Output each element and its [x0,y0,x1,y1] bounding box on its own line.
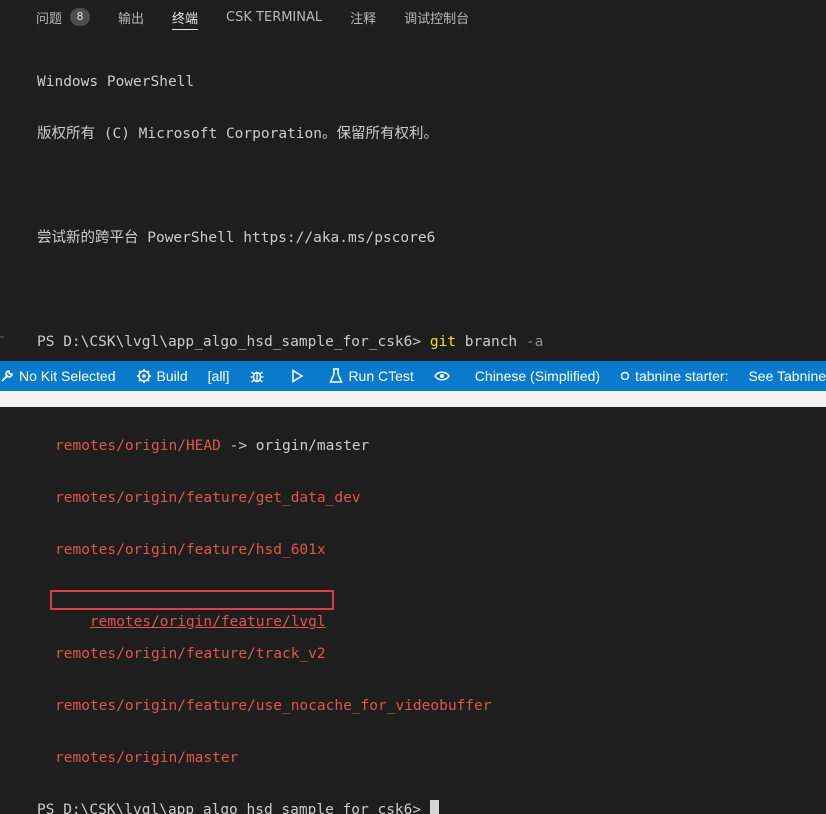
terminal-line: 版权所有 (C) Microsoft Corporation。保留所有权利。 [37,126,438,142]
tab-comments-label: 注释 [350,11,377,27]
branch-head-line: remotes/origin/HEAD -> origin/master [37,436,826,456]
tab-output[interactable]: 输出 [118,0,144,34]
language-selector[interactable]: Chinese (Simplified) [475,368,600,384]
language-label: Chinese (Simplified) [474,368,601,384]
build-target-label: [all] [207,368,230,384]
branch-head-arrow: -> origin/master [220,438,370,454]
tab-csk-terminal[interactable]: CSK TERMINAL [226,0,322,34]
branch-remote: remotes/origin/feature/track_v2 [55,646,326,662]
tools-icon [1,370,13,382]
tabnine-icon [620,371,630,381]
eye-icon [433,371,450,381]
command-args: branch [456,334,526,350]
tab-comments[interactable]: 注释 [350,0,376,34]
tab-problems[interactable]: 问题 8 [36,0,91,34]
terminal-output[interactable]: Windows PowerShell 版权所有 (C) Microsoft Co… [37,40,826,814]
tab-output-label: 输出 [118,11,145,27]
branch-head-ref: remotes/origin/HEAD [55,438,221,454]
flask-icon [329,368,344,383]
play-icon [292,369,304,383]
see-tabnine-label: See Tabnine [748,368,826,384]
terminal-command-line: PS D:\CSK\lvgl\app_algo_hsd_sample_for_c… [37,332,826,352]
terminal-prompt-line: PS D:\CSK\lvgl\app_algo_hsd_sample_for_c… [37,800,826,814]
branch-remote: remotes/origin/feature/use_nocache_for_v… [55,698,492,714]
bug-icon [250,371,264,383]
side-marker [0,336,4,338]
branch-remote-highlighted-line: remotes/origin/feature/lvgl [37,590,826,630]
taskbar-strip [0,391,826,407]
tab-terminal-label: 终端 [172,11,199,27]
see-tabnine-link[interactable]: See Tabnine [748,368,826,384]
tab-debug-console-label: 调试控制台 [404,11,470,27]
command-name: git [429,334,457,350]
branch-remote: remotes/origin/master [55,750,239,766]
debug-button[interactable] [249,368,270,384]
launch-button[interactable] [290,369,309,383]
command-flag: -a [525,334,544,350]
gear-icon [136,369,151,383]
tab-csk-terminal-label: CSK TERMINAL [226,9,323,25]
panel-tab-bar: 问题 8 输出 终端 CSK TERMINAL 注释 调试控制台 [0,0,826,34]
live-share-button[interactable] [433,370,455,382]
build-button[interactable]: Build [136,368,188,384]
highlight-box [50,590,334,610]
prompt-text: PS D:\CSK\lvgl\app_algo_hsd_sample_for_c… [37,802,430,814]
terminal-line: Windows PowerShell [37,74,195,90]
kit-selector[interactable]: No Kit Selected [0,368,116,384]
run-ctest-label: Run CTest [348,368,414,384]
terminal-cursor [429,800,439,814]
tab-terminal[interactable]: 终端 [172,0,199,34]
branch-remote: remotes/origin/feature/get_data_dev [55,490,361,506]
terminal-line: 尝试新的跨平台 PowerShell https://aka.ms/pscore… [37,230,436,246]
tab-debug-console[interactable]: 调试控制台 [404,0,469,34]
status-bar: No Kit Selected Build [all] Run CTest Ch… [0,361,826,391]
build-target[interactable]: [all] [208,368,230,384]
tabnine-label: tabnine starter: [635,368,729,384]
kit-label: No Kit Selected [19,368,116,384]
prompt-text: PS D:\CSK\lvgl\app_algo_hsd_sample_for_c… [37,334,430,350]
branch-remote-highlighted[interactable]: remotes/origin/feature/lvgl [90,614,326,630]
tab-problems-label: 问题 [36,11,63,27]
branch-remote: remotes/origin/feature/hsd_601x [55,542,326,558]
build-label: Build [156,368,188,384]
tabnine-status[interactable]: tabnine starter: [620,368,728,384]
problems-count-badge: 8 [70,8,91,26]
run-ctest-button[interactable]: Run CTest [329,368,414,384]
